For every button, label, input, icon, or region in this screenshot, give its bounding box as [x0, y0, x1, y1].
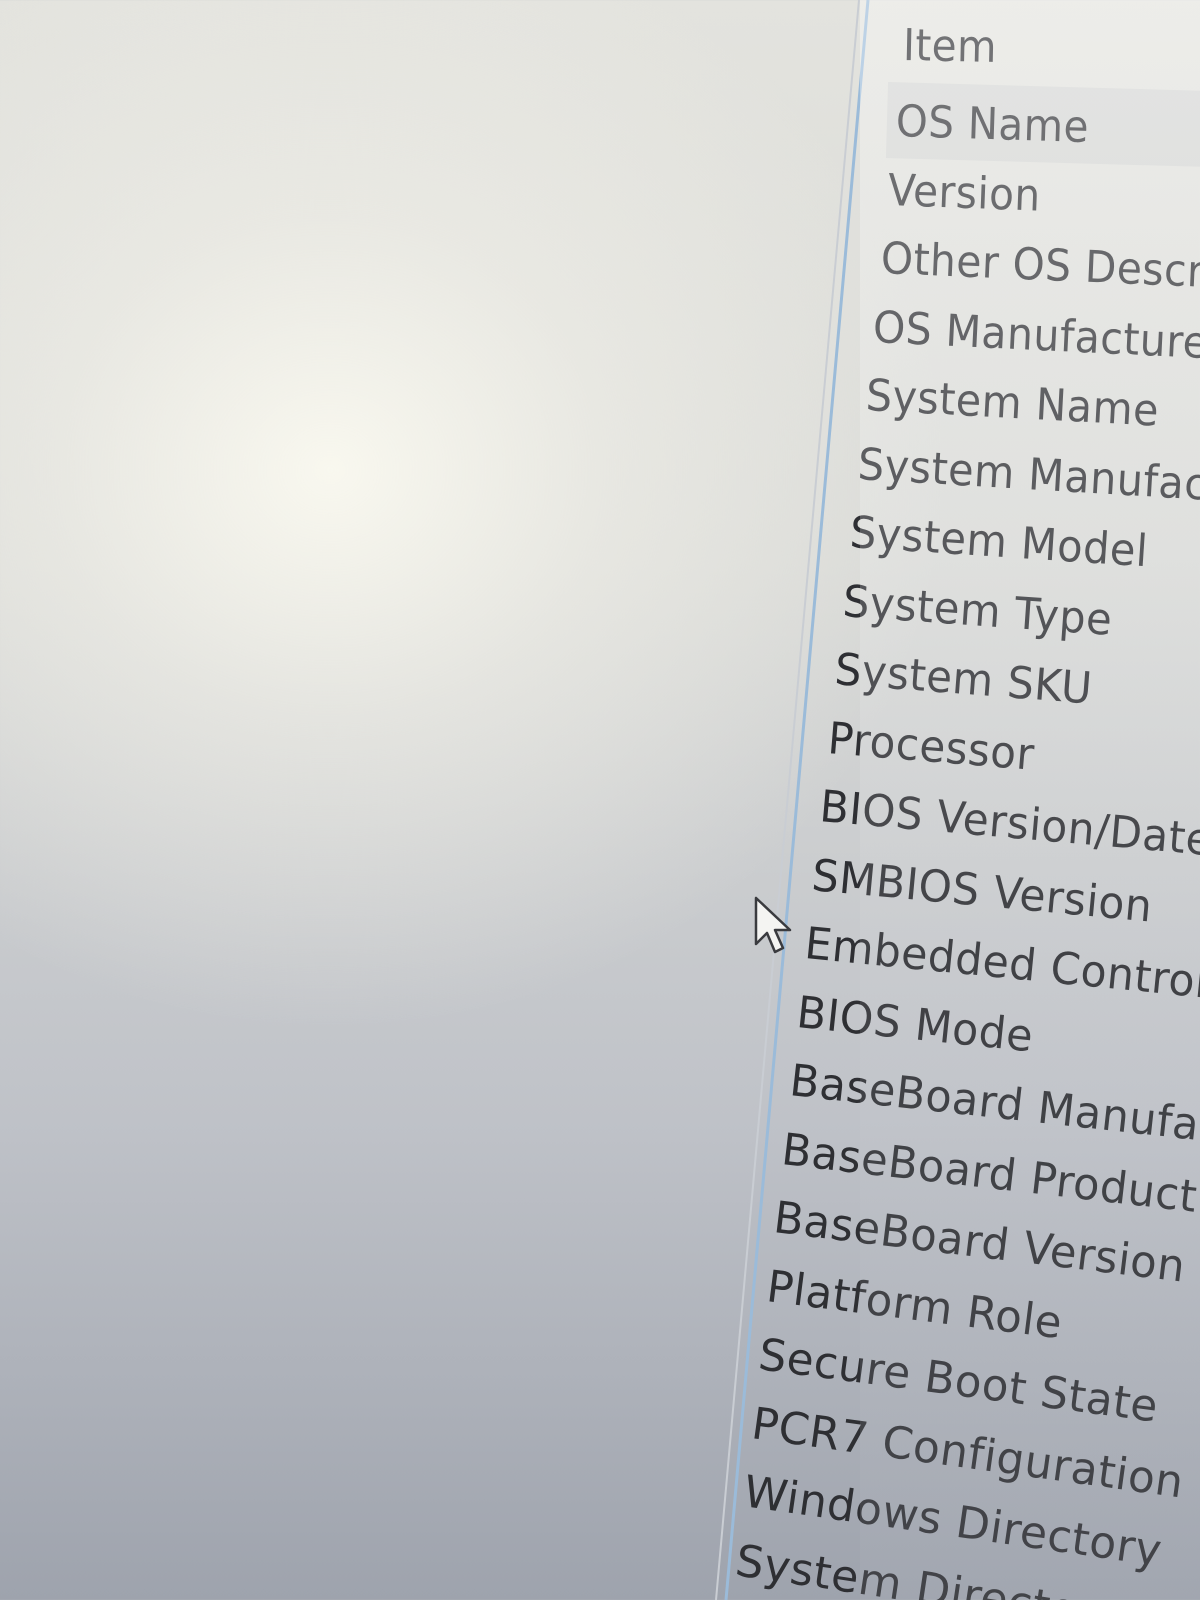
- list-item[interactable]: Version: [887, 165, 1042, 222]
- column-header-item[interactable]: Item: [902, 20, 997, 73]
- list-item[interactable]: BIOS Mode: [795, 987, 1036, 1062]
- list-item[interactable]: System Manufact: [857, 439, 1200, 512]
- list-item[interactable]: OS Manufacture: [872, 302, 1200, 369]
- list-item[interactable]: BIOS Version/Date: [818, 781, 1200, 866]
- list-item[interactable]: System Model: [849, 507, 1150, 577]
- list-item[interactable]: System Type: [841, 576, 1114, 646]
- list-item[interactable]: SMBIOS Version: [810, 850, 1155, 932]
- list-item[interactable]: Other OS Descr: [880, 233, 1200, 298]
- system-summary-list: Item OS Name Version Other OS Descr OS Manu…: [0, 0, 1200, 1600]
- list-item[interactable]: Platform Role: [764, 1261, 1065, 1349]
- list-item[interactable]: Processor: [826, 713, 1036, 781]
- mouse-pointer-icon: [754, 896, 792, 954]
- list-item[interactable]: System SKU: [833, 644, 1094, 714]
- list-item[interactable]: System Name: [864, 370, 1160, 437]
- list-item[interactable]: OS Name: [895, 96, 1090, 153]
